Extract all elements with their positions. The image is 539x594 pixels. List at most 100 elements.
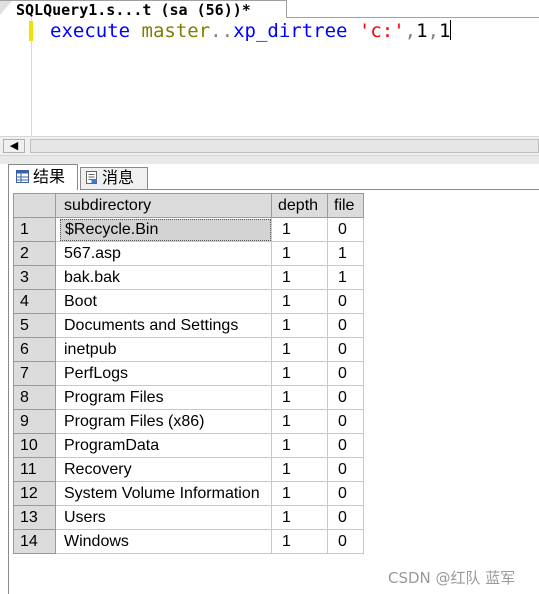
selected-cell-value: $Recycle.Bin: [60, 218, 271, 241]
row-number[interactable]: 12: [13, 481, 56, 506]
cell-subdirectory[interactable]: Recovery: [55, 457, 272, 482]
table-row[interactable]: 4 Boot 1 0: [13, 289, 364, 314]
tab-results[interactable]: 结果: [8, 164, 78, 190]
row-number[interactable]: 4: [13, 289, 56, 314]
cell-subdirectory[interactable]: Boot: [55, 289, 272, 314]
cell-subdirectory[interactable]: inetpub: [55, 337, 272, 362]
cell-depth[interactable]: 1: [271, 217, 328, 242]
cell-depth[interactable]: 1: [271, 505, 328, 530]
document-tab-strip: SQLQuery1.s...t (sa (56))*: [0, 0, 539, 19]
pane-splitter[interactable]: [0, 156, 539, 164]
results-tab-strip: 结果 消息: [0, 164, 539, 190]
database-token: master: [141, 20, 211, 42]
row-number[interactable]: 14: [13, 529, 56, 554]
row-number[interactable]: 6: [13, 337, 56, 362]
table-row[interactable]: 14 Windows 1 0: [13, 529, 364, 554]
tab-messages-label: 消息: [102, 168, 135, 187]
cell-depth[interactable]: 1: [271, 241, 328, 266]
results-grid-pane: subdirectory depth file 1 $Recycle.Bin 1…: [8, 190, 539, 594]
cell-file[interactable]: 0: [327, 289, 364, 314]
cell-file[interactable]: 0: [327, 337, 364, 362]
cell-depth[interactable]: 1: [271, 289, 328, 314]
table-row[interactable]: 13 Users 1 0: [13, 505, 364, 530]
table-row[interactable]: 3 bak.bak 1 1: [13, 265, 364, 290]
cell-depth[interactable]: 1: [271, 481, 328, 506]
tab-messages[interactable]: 消息: [80, 167, 148, 190]
comma-token: ,: [427, 20, 440, 42]
watermark: CSDN @红队 蓝军: [388, 569, 516, 587]
cell-depth[interactable]: 1: [271, 361, 328, 386]
cell-subdirectory[interactable]: PerfLogs: [55, 361, 272, 386]
cell-depth[interactable]: 1: [271, 385, 328, 410]
tab-results-label: 结果: [33, 167, 66, 186]
cell-depth[interactable]: 1: [271, 313, 328, 338]
table-row[interactable]: 8 Program Files 1 0: [13, 385, 364, 410]
table-row[interactable]: 12 System Volume Information 1 0: [13, 481, 364, 506]
cell-subdirectory[interactable]: 567.asp: [55, 241, 272, 266]
cell-subdirectory[interactable]: $Recycle.Bin: [55, 217, 272, 242]
row-number[interactable]: 2: [13, 241, 56, 266]
cell-file[interactable]: 0: [327, 313, 364, 338]
cell-file[interactable]: 0: [327, 529, 364, 554]
tab-corner-decoration: [0, 1, 12, 15]
number-token: 1: [439, 20, 451, 42]
query-document-tab[interactable]: SQLQuery1.s...t (sa (56))*: [0, 0, 287, 19]
cell-file[interactable]: 0: [327, 457, 364, 482]
table-row[interactable]: 5 Documents and Settings 1 0: [13, 313, 364, 338]
cell-depth[interactable]: 1: [271, 265, 328, 290]
row-number[interactable]: 1: [13, 217, 56, 242]
row-number[interactable]: 9: [13, 409, 56, 434]
cell-depth[interactable]: 1: [271, 529, 328, 554]
row-number[interactable]: 10: [13, 433, 56, 458]
column-header-file[interactable]: file: [327, 193, 364, 218]
number-token: 1: [416, 20, 428, 42]
cell-subdirectory[interactable]: bak.bak: [55, 265, 272, 290]
code-line-1[interactable]: execute master..xp_dirtree 'c:',1,1: [50, 19, 452, 43]
table-row[interactable]: 9 Program Files (x86) 1 0: [13, 409, 364, 434]
row-number[interactable]: 7: [13, 361, 56, 386]
procedure-token: xp_dirtree: [233, 20, 348, 42]
cell-subdirectory[interactable]: Documents and Settings: [55, 313, 272, 338]
cell-file[interactable]: 1: [327, 241, 364, 266]
cell-file[interactable]: 0: [327, 481, 364, 506]
cell-depth[interactable]: 1: [271, 457, 328, 482]
cell-subdirectory[interactable]: System Volume Information: [55, 481, 272, 506]
cell-subdirectory[interactable]: ProgramData: [55, 433, 272, 458]
table-row[interactable]: 6 inetpub 1 0: [13, 337, 364, 362]
cell-file[interactable]: 0: [327, 217, 364, 242]
scrollbar-thumb[interactable]: [30, 139, 539, 153]
cell-depth[interactable]: 1: [271, 337, 328, 362]
cell-file[interactable]: 0: [327, 361, 364, 386]
cell-subdirectory[interactable]: Program Files (x86): [55, 409, 272, 434]
cell-depth[interactable]: 1: [271, 433, 328, 458]
row-number[interactable]: 5: [13, 313, 56, 338]
table-row[interactable]: 10 ProgramData 1 0: [13, 433, 364, 458]
cell-subdirectory[interactable]: Users: [55, 505, 272, 530]
cell-depth[interactable]: 1: [271, 409, 328, 434]
modified-line-indicator: [29, 21, 33, 41]
cell-file[interactable]: 0: [327, 409, 364, 434]
row-number[interactable]: 11: [13, 457, 56, 482]
row-number[interactable]: 8: [13, 385, 56, 410]
query-editor[interactable]: execute master..xp_dirtree 'c:',1,1: [0, 18, 539, 136]
results-grid: subdirectory depth file 1 $Recycle.Bin 1…: [13, 193, 364, 554]
column-header-depth[interactable]: depth: [271, 193, 328, 218]
table-row[interactable]: 1 $Recycle.Bin 1 0: [13, 217, 364, 242]
cell-subdirectory[interactable]: Program Files: [55, 385, 272, 410]
cell-file[interactable]: 0: [327, 385, 364, 410]
table-row[interactable]: 11 Recovery 1 0: [13, 457, 364, 482]
table-row[interactable]: 2 567.asp 1 1: [13, 241, 364, 266]
grid-corner-cell[interactable]: [13, 193, 56, 218]
keyword-token: execute: [50, 20, 131, 42]
editor-horizontal-scrollbar[interactable]: ◀: [0, 136, 539, 156]
cell-file[interactable]: 1: [327, 265, 364, 290]
scroll-left-arrow-icon[interactable]: ◀: [3, 139, 25, 153]
row-number[interactable]: 13: [13, 505, 56, 530]
cell-file[interactable]: 0: [327, 433, 364, 458]
table-row[interactable]: 7 PerfLogs 1 0: [13, 361, 364, 386]
comma-token: ,: [404, 20, 417, 42]
cell-file[interactable]: 0: [327, 505, 364, 530]
row-number[interactable]: 3: [13, 265, 56, 290]
cell-subdirectory[interactable]: Windows: [55, 529, 272, 554]
column-header-subdirectory[interactable]: subdirectory: [55, 193, 272, 218]
